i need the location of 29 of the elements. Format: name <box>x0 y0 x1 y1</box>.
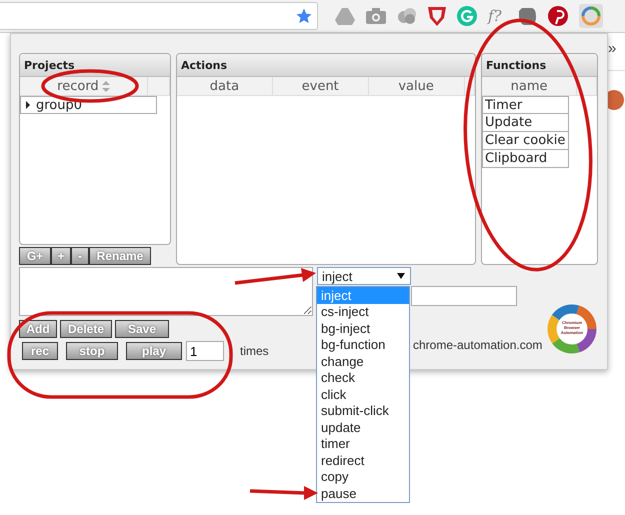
website-link[interactable]: chrome-automation.com <box>413 338 542 352</box>
annotation-arrow <box>250 486 318 500</box>
script-textarea[interactable] <box>19 267 313 316</box>
panel-title: Projects <box>20 54 170 77</box>
panel-title: Actions <box>177 54 475 77</box>
function-row[interactable]: Clipboard <box>482 150 569 168</box>
panel-title: Functions <box>482 54 597 77</box>
dropdown-caret-icon[interactable] <box>397 273 405 279</box>
collapsed-arrow-icon[interactable] <box>25 101 31 109</box>
repeat-count-field[interactable]: 1 <box>186 341 224 361</box>
column-header[interactable]: event <box>272 77 369 95</box>
action-type-select[interactable]: inject <box>317 267 411 285</box>
camera-icon[interactable] <box>366 8 386 24</box>
bookmarks-overflow[interactable]: » <box>608 40 616 57</box>
function-row[interactable]: Clear cookie <box>482 132 569 150</box>
function-row[interactable]: Timer <box>482 96 569 114</box>
sort-icon[interactable] <box>102 80 110 92</box>
circle-icon[interactable] <box>457 6 477 26</box>
bookmark-star-icon[interactable] <box>295 7 313 25</box>
value-field[interactable] <box>411 286 517 306</box>
ring-icon[interactable] <box>579 4 603 28</box>
shield-icon[interactable] <box>428 6 446 26</box>
times-label: times <box>240 344 269 358</box>
function-row[interactable]: Update <box>482 114 569 132</box>
column-header[interactable]: value <box>368 77 465 95</box>
cloud-icon[interactable] <box>397 7 417 25</box>
dropdown-option[interactable]: cs-inject <box>317 304 409 320</box>
column-header[interactable]: data <box>177 77 273 95</box>
address-bar[interactable] <box>0 2 318 30</box>
